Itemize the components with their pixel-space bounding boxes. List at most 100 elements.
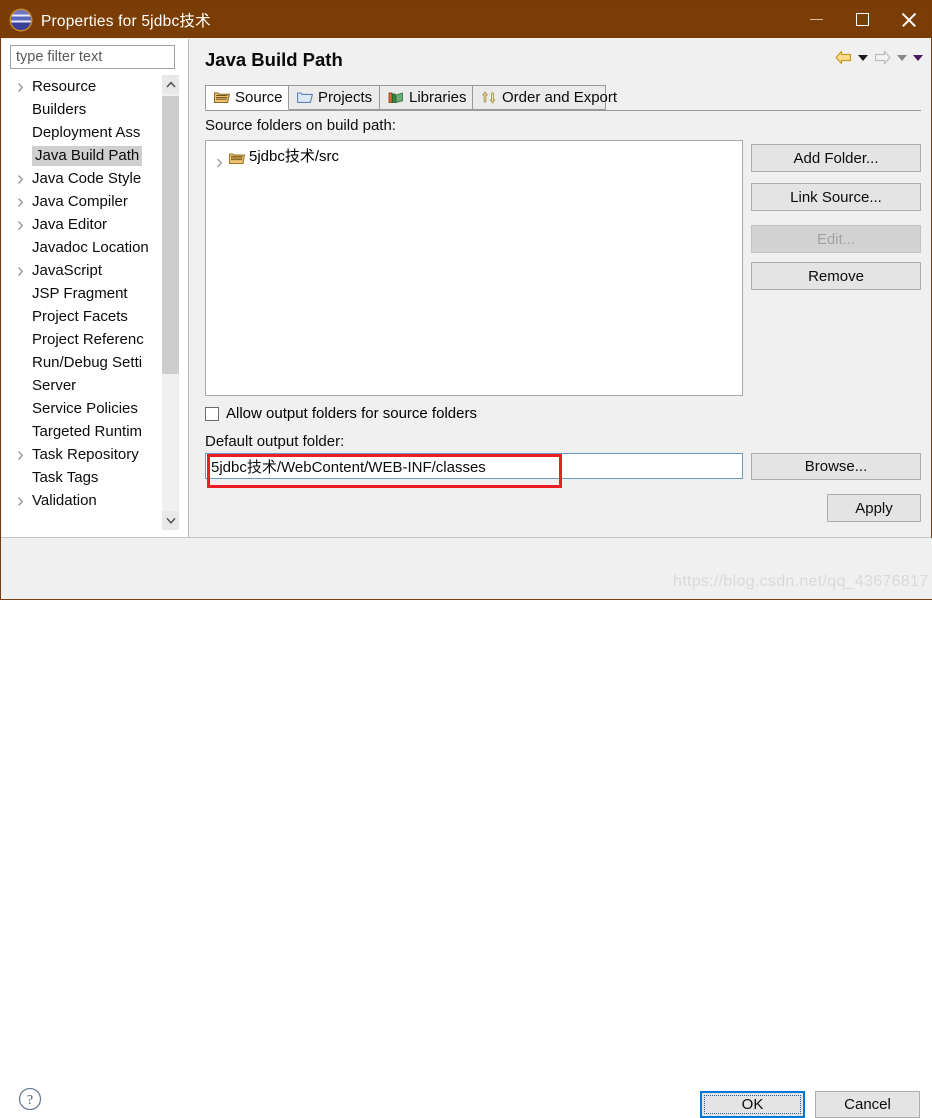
tab-label: Order and Export: [502, 89, 618, 106]
sidebar-item-label: Java Code Style: [32, 170, 142, 187]
default-output-folder-input[interactable]: [205, 453, 743, 479]
build-path-tabs: Source Projects Libraries Order and Export: [205, 85, 921, 111]
sidebar-item-service-policies[interactable]: Service Policies: [10, 397, 162, 420]
package-folder-icon: [229, 150, 246, 164]
sidebar-scroll-thumb[interactable]: [162, 96, 179, 374]
ok-button[interactable]: OK: [700, 1091, 805, 1118]
sidebar-item-task-repository[interactable]: Task Repository: [10, 443, 162, 466]
edit-button: Edit...: [751, 225, 921, 253]
maximize-button[interactable]: [839, 1, 885, 38]
title-bar: Properties for 5jdbc技术: [1, 1, 931, 38]
default-output-folder-label: Default output folder:: [205, 433, 345, 450]
tab-libraries[interactable]: Libraries: [379, 85, 473, 110]
allow-output-folders-label: Allow output folders for source folders: [226, 405, 477, 422]
tab-source[interactable]: Source: [205, 85, 289, 110]
tab-projects[interactable]: Projects: [288, 85, 380, 110]
window-title: Properties for 5jdbc技术: [41, 12, 211, 30]
sidebar-item-resource[interactable]: Resource: [10, 75, 162, 98]
source-folders-label: Source folders on build path:: [205, 117, 396, 134]
add-folder-button[interactable]: Add Folder...: [751, 144, 921, 172]
sidebar-item-java-compiler[interactable]: Java Compiler: [10, 190, 162, 213]
sidebar-item-label: Project Facets: [32, 308, 128, 325]
focus-ring: [704, 1095, 801, 1114]
sidebar-item-validation[interactable]: Validation: [10, 489, 162, 512]
expand-chevron-right-icon[interactable]: [17, 174, 26, 184]
sidebar-item-targeted-runtim[interactable]: Targeted Runtim: [10, 420, 162, 443]
expand-chevron-right-icon[interactable]: [17, 197, 26, 207]
cancel-button[interactable]: Cancel: [815, 1091, 920, 1118]
expand-chevron-right-icon[interactable]: [17, 496, 26, 506]
sidebar-item-label: Deployment Ass: [32, 124, 141, 141]
link-source-button[interactable]: Link Source...: [751, 183, 921, 211]
sidebar-item-deployment-ass[interactable]: Deployment Ass: [10, 121, 162, 144]
expand-chevron-right-icon[interactable]: [17, 220, 26, 230]
sidebar-item-label: Resource: [32, 78, 97, 95]
sidebar-item-label: Java Editor: [32, 216, 108, 233]
sidebar-item-jsp-fragment[interactable]: JSP Fragment: [10, 282, 162, 305]
sidebar-item-javadoc-location[interactable]: Javadoc Location: [10, 236, 162, 259]
remove-button[interactable]: Remove: [751, 262, 921, 290]
browse-button[interactable]: Browse...: [751, 453, 921, 480]
pane-divider: [188, 39, 189, 537]
allow-output-folders-checkbox[interactable]: Allow output folders for source folders: [205, 405, 477, 422]
back-history-chevron-down-icon[interactable]: [858, 54, 868, 61]
sidebar-item-label: Javadoc Location: [32, 239, 149, 256]
expand-chevron-right-icon[interactable]: [216, 153, 223, 175]
order-arrows-icon: [481, 90, 497, 105]
window-controls: [793, 1, 931, 38]
sidebar-item-label: Task Repository: [32, 446, 139, 463]
apply-button[interactable]: Apply: [827, 494, 921, 522]
sidebar-item-label: Task Tags: [32, 469, 99, 486]
minimize-icon: [809, 18, 823, 21]
tab-label: Source: [235, 89, 283, 106]
checkbox-box-icon[interactable]: [205, 406, 219, 421]
sidebar-item-label: JavaScript: [32, 262, 103, 279]
tab-order-and-export[interactable]: Order and Export: [472, 85, 617, 110]
sidebar-item-java-code-style[interactable]: Java Code Style: [10, 167, 162, 190]
scroll-up-icon[interactable]: [162, 75, 179, 94]
tab-label: Projects: [318, 89, 373, 106]
forward-history-chevron-down-icon: [897, 54, 907, 61]
settings-tree[interactable]: Resource Builders Deployment Ass Java Build…: [10, 75, 162, 513]
eclipse-globe-icon: [11, 9, 31, 30]
source-folder-icon: [214, 90, 231, 105]
back-arrow-icon[interactable]: [835, 50, 852, 65]
close-button[interactable]: [885, 1, 931, 38]
sidebar-item-java-editor[interactable]: Java Editor: [10, 213, 162, 236]
settings-sidebar: Resource Builders Deployment Ass Java Build…: [2, 39, 188, 568]
scroll-down-icon[interactable]: [162, 511, 179, 530]
help-question-icon[interactable]: ?: [18, 1087, 42, 1111]
sidebar-item-project-referenc[interactable]: Project Referenc: [10, 328, 162, 351]
sidebar-item-builders[interactable]: Builders: [10, 98, 162, 121]
sidebar-item-javascript[interactable]: JavaScript: [10, 259, 162, 282]
projects-folder-icon: [297, 90, 313, 105]
sidebar-item-run-debug-setti[interactable]: Run/Debug Setti: [10, 351, 162, 374]
sidebar-item-label: Validation: [32, 492, 97, 509]
overflow-chevron-down-icon[interactable]: [913, 54, 923, 61]
sidebar-vertical-scrollbar[interactable]: [162, 75, 179, 530]
properties-dialog: Properties for 5jdbc技术 Resource Builders D…: [0, 0, 932, 1118]
dialog-footer: ? OK Cancel: [2, 538, 932, 1118]
sidebar-item-label: Java Compiler: [32, 193, 128, 210]
expand-chevron-right-icon[interactable]: [17, 450, 26, 460]
sidebar-item-project-facets[interactable]: Project Facets: [10, 305, 162, 328]
list-item[interactable]: 5jdbc技术/src: [206, 146, 742, 168]
sidebar-item-java-build-path[interactable]: Java Build Path: [10, 144, 162, 167]
expand-chevron-right-icon[interactable]: [17, 82, 26, 92]
minimize-button[interactable]: [793, 1, 839, 38]
sidebar-item-task-tags[interactable]: Task Tags: [10, 466, 162, 489]
svg-text:?: ?: [27, 1093, 33, 1108]
sidebar-item-server[interactable]: Server: [10, 374, 162, 397]
sidebar-item-label: Project Referenc: [32, 331, 144, 348]
filter-input[interactable]: [10, 45, 175, 69]
page-navigation: [835, 50, 923, 65]
forward-arrow-icon: [874, 50, 891, 65]
libraries-books-icon: [388, 90, 404, 105]
sidebar-item-label: Run/Debug Setti: [32, 354, 143, 371]
source-folders-list[interactable]: 5jdbc技术/src: [205, 140, 743, 396]
sidebar-item-label: Builders: [32, 101, 87, 118]
source-entry-label: 5jdbc技术/src: [249, 148, 340, 165]
sidebar-item-label: Targeted Runtim: [32, 423, 143, 440]
expand-chevron-right-icon[interactable]: [17, 266, 26, 276]
maximize-icon: [855, 13, 869, 26]
